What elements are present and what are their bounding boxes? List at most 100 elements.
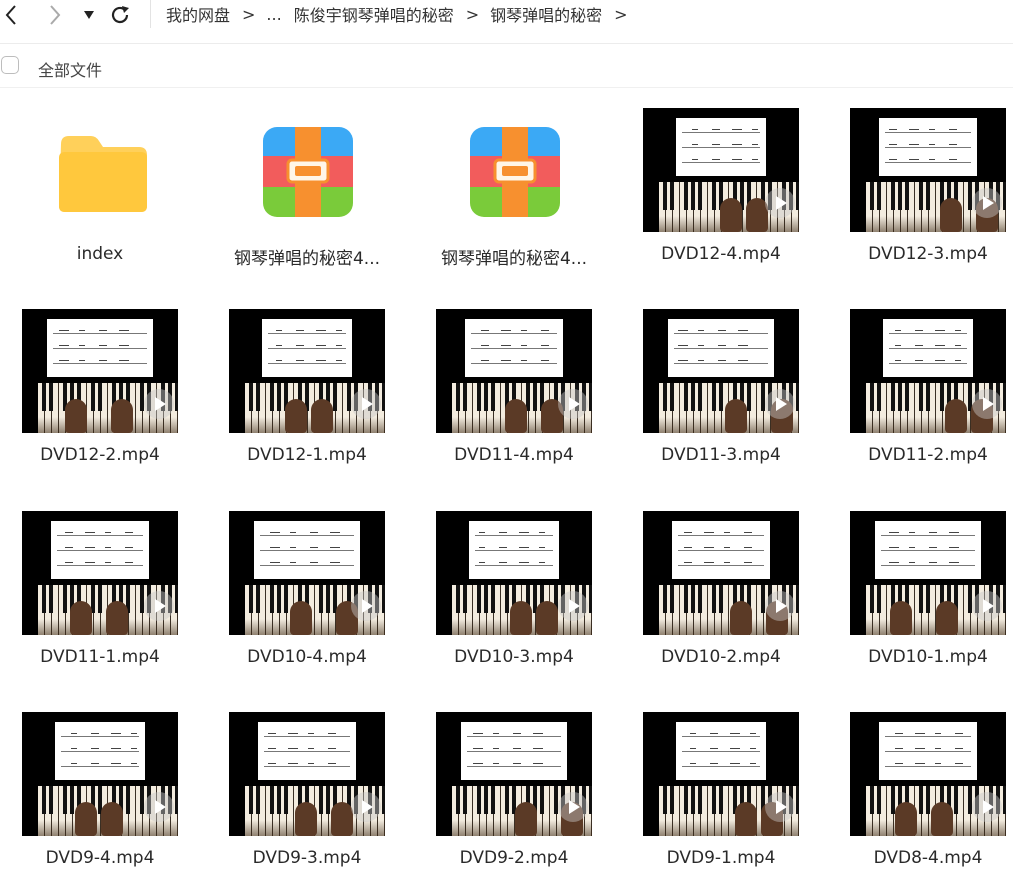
video-thumbnail [229, 511, 385, 635]
video-item[interactable]: DVD12-1.mp4 [212, 309, 402, 489]
file-thumbnail [419, 511, 609, 635]
file-thumbnail [833, 511, 1013, 635]
breadcrumb-separator: > [242, 4, 256, 24]
sheet-music-image [676, 118, 766, 176]
archive-icon [470, 127, 560, 217]
file-name: 钢琴弹唱的秘密4... [440, 249, 588, 269]
video-item[interactable]: DVD11-1.mp4 [5, 511, 195, 691]
play-icon [972, 188, 1002, 218]
play-icon [972, 389, 1002, 419]
video-item[interactable]: DVD12-3.mp4 [833, 108, 1013, 288]
file-thumbnail [419, 309, 609, 433]
breadcrumb-level1[interactable]: 陈俊宇钢琴弹唱的秘密 [294, 2, 454, 26]
file-name: index [76, 244, 124, 264]
video-thumbnail [850, 712, 1006, 836]
file-thumbnail [212, 712, 402, 836]
file-thumbnail [626, 309, 816, 433]
file-name: DVD10-3.mp4 [454, 647, 574, 667]
play-icon [558, 591, 588, 621]
sheet-music-image [672, 521, 770, 579]
file-thumbnail [212, 108, 402, 232]
refresh-icon [111, 6, 129, 24]
file-thumbnail [212, 511, 402, 635]
file-thumbnail [419, 108, 609, 232]
sheet-music-image [879, 722, 977, 780]
video-item[interactable]: DVD10-4.mp4 [212, 511, 402, 691]
video-thumbnail [850, 108, 1006, 232]
file-thumbnail [833, 309, 1013, 433]
file-name: DVD12-4.mp4 [661, 244, 781, 264]
file-thumbnail [5, 309, 195, 433]
file-list-header: 全部文件 [0, 44, 1013, 88]
archive-item[interactable]: 钢琴弹唱的秘密4... [419, 108, 609, 288]
play-icon [558, 389, 588, 419]
video-thumbnail [850, 511, 1006, 635]
play-icon [144, 389, 174, 419]
breadcrumb-separator: > [614, 4, 628, 24]
video-item[interactable]: DVD9-3.mp4 [212, 712, 402, 892]
file-thumbnail [833, 108, 1013, 232]
sheet-music-image [875, 521, 981, 579]
sheet-music-image [51, 521, 149, 579]
file-name: 钢琴弹唱的秘密4... [233, 249, 381, 269]
play-icon [972, 792, 1002, 822]
archive-item[interactable]: 钢琴弹唱的秘密4... [212, 108, 402, 288]
video-thumbnail [436, 511, 592, 635]
play-icon [765, 591, 795, 621]
video-item[interactable]: DVD9-2.mp4 [419, 712, 609, 892]
video-item[interactable]: DVD10-1.mp4 [833, 511, 1013, 691]
breadcrumb-level2[interactable]: 钢琴弹唱的秘密 [490, 2, 602, 26]
file-name: DVD10-4.mp4 [247, 647, 367, 667]
video-thumbnail [643, 511, 799, 635]
sheet-music-image [258, 722, 356, 780]
video-item[interactable]: DVD12-2.mp4 [5, 309, 195, 489]
file-thumbnail [5, 511, 195, 635]
file-name: DVD9-2.mp4 [459, 848, 569, 868]
breadcrumb-separator: > [465, 4, 480, 24]
sheet-music-image [47, 319, 153, 377]
sheet-music-image [469, 521, 559, 579]
toolbar-divider [150, 0, 151, 28]
sheet-music-image [55, 722, 145, 780]
file-thumbnail [626, 511, 816, 635]
video-item[interactable]: DVD10-2.mp4 [626, 511, 816, 691]
file-name: DVD11-4.mp4 [454, 445, 574, 465]
video-thumbnail [22, 309, 178, 433]
file-name: DVD10-1.mp4 [868, 647, 988, 667]
video-thumbnail [643, 712, 799, 836]
file-name: DVD8-4.mp4 [873, 848, 983, 868]
folder-item[interactable]: index [5, 108, 195, 288]
file-name: DVD10-2.mp4 [661, 647, 781, 667]
refresh-button[interactable] [108, 4, 132, 26]
triangle-down-icon [84, 11, 94, 19]
chevron-left-icon [5, 5, 16, 25]
folder-icon [59, 136, 147, 212]
file-name: DVD9-3.mp4 [252, 848, 362, 868]
video-item[interactable]: DVD10-3.mp4 [419, 511, 609, 691]
back-button[interactable] [0, 4, 22, 26]
video-item[interactable]: DVD11-4.mp4 [419, 309, 609, 489]
breadcrumb-ellipsis[interactable]: ... [266, 5, 281, 24]
video-item[interactable]: DVD8-4.mp4 [833, 712, 1013, 892]
breadcrumb-root[interactable]: 我的网盘 [166, 2, 230, 26]
play-icon [351, 591, 381, 621]
sheet-music-image [676, 722, 766, 780]
forward-button[interactable] [44, 4, 66, 26]
video-item[interactable]: DVD11-2.mp4 [833, 309, 1013, 489]
select-all-checkbox[interactable] [1, 56, 19, 74]
file-name: DVD12-1.mp4 [247, 445, 367, 465]
file-thumbnail [833, 712, 1013, 836]
video-item[interactable]: DVD9-1.mp4 [626, 712, 816, 892]
video-thumbnail [229, 309, 385, 433]
video-thumbnail [643, 108, 799, 232]
history-dropdown-button[interactable] [82, 4, 96, 26]
video-item[interactable]: DVD12-4.mp4 [626, 108, 816, 288]
chevron-right-icon [50, 5, 61, 25]
video-item[interactable]: DVD9-4.mp4 [5, 712, 195, 892]
video-item[interactable]: DVD11-3.mp4 [626, 309, 816, 489]
file-name: DVD9-4.mp4 [45, 848, 155, 868]
file-thumbnail [212, 309, 402, 433]
sheet-music-image [668, 319, 774, 377]
play-icon [765, 188, 795, 218]
select-all-label: 全部文件 [38, 61, 103, 80]
